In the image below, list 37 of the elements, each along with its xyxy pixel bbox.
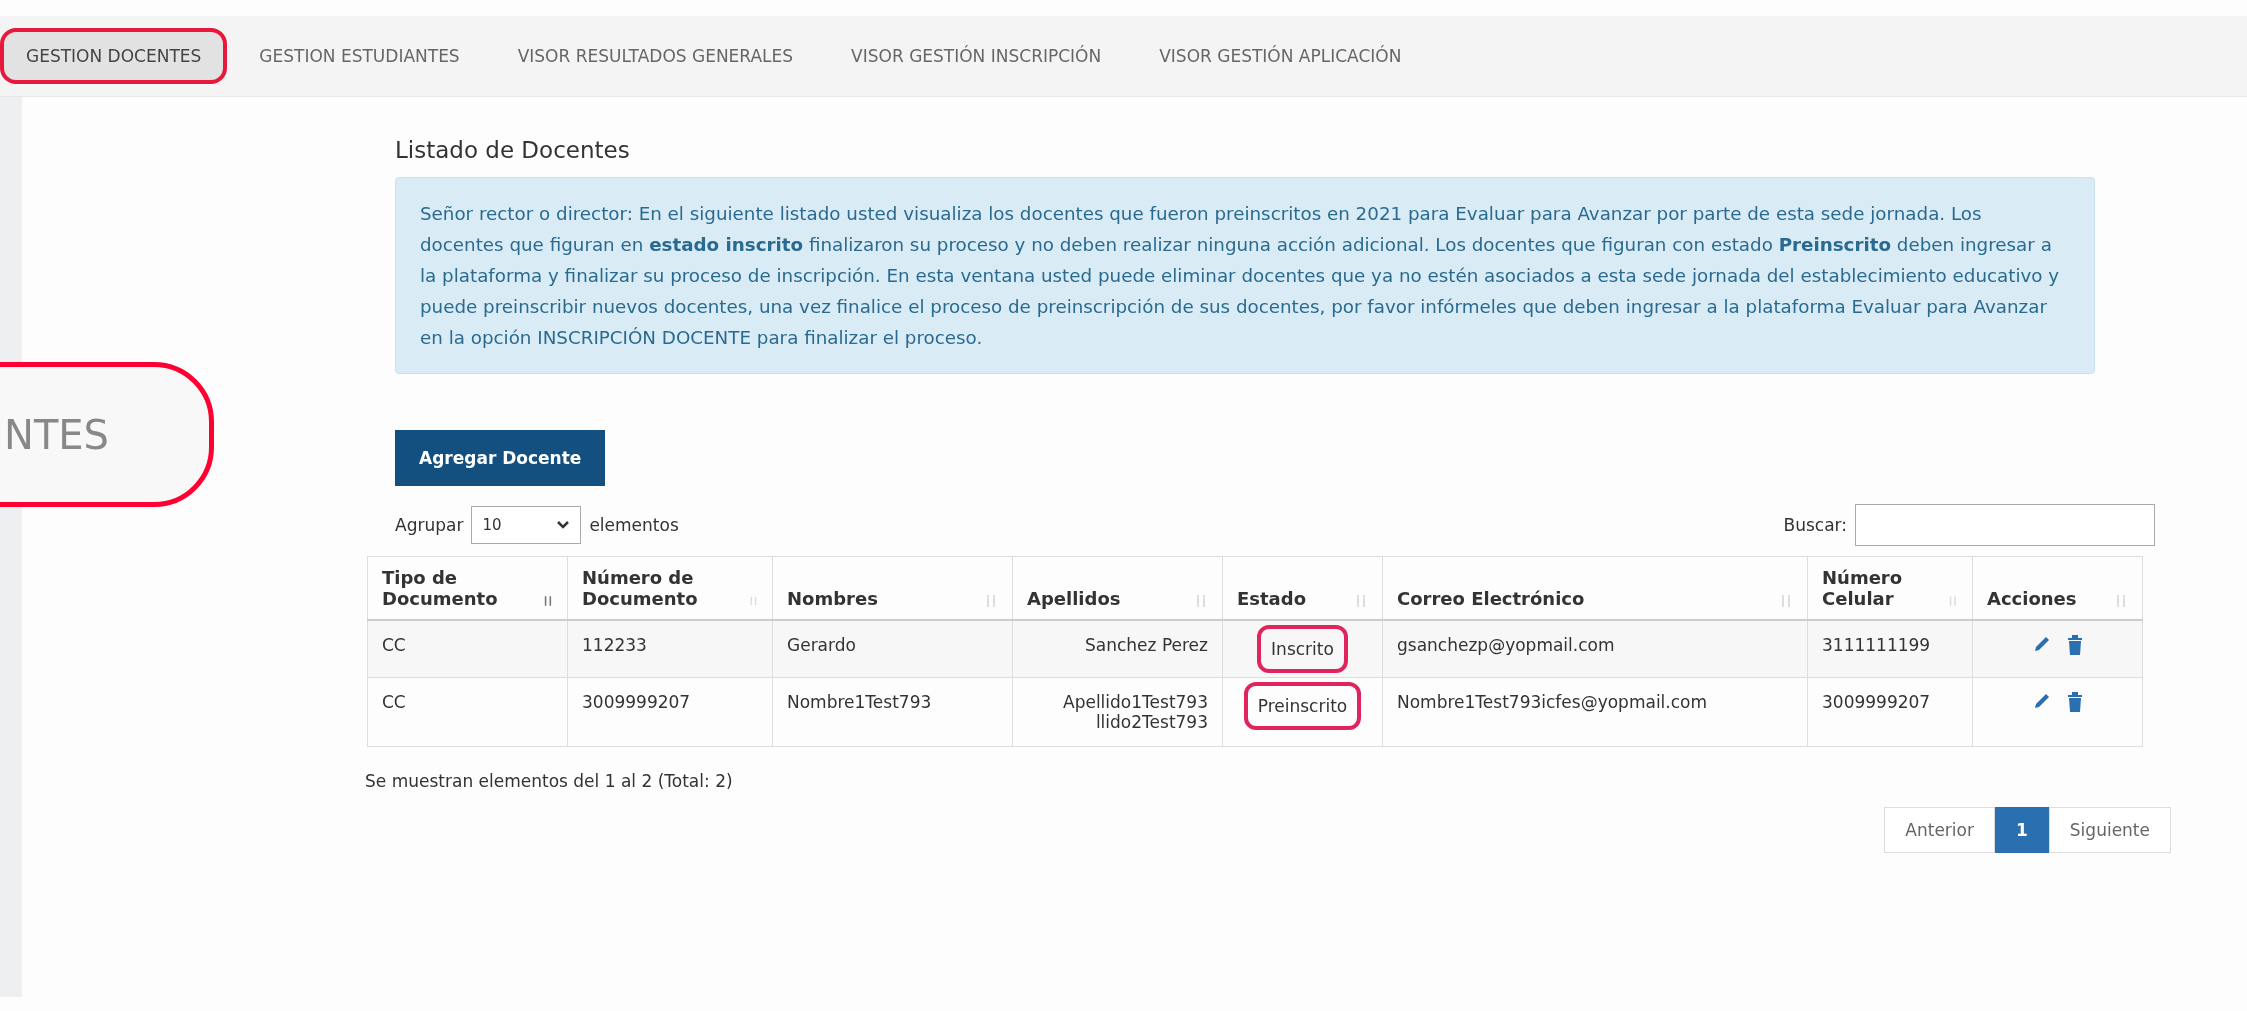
page-size-suffix: elementos (589, 515, 679, 535)
table-cell: gsanchezp@yopmail.com (1397, 635, 1615, 655)
pagination-button[interactable]: Siguiente (2048, 807, 2171, 853)
table-cell: Apellido1Test793 (1063, 692, 1208, 712)
page-size-select[interactable]: 10 (471, 506, 582, 544)
pagination-button[interactable]: Anterior (1884, 807, 1995, 853)
nav-tab[interactable]: GESTION ESTUDIANTES (233, 28, 486, 84)
table-cell: 3009999207 (582, 692, 691, 712)
trash-icon[interactable] (2066, 635, 2083, 655)
table-cell: 3009999207 (1807, 677, 1973, 747)
status-text: Inscrito (1257, 625, 1348, 673)
chevron-down-icon (556, 520, 571, 530)
table-cell: CC (367, 677, 568, 747)
table-cell: llido2Test793 (1095, 712, 1208, 732)
table-cell: 3111111199 (1807, 620, 1973, 678)
search-field[interactable] (1855, 504, 2155, 546)
table-cell: Nombre1Test793 (787, 692, 932, 712)
page-size-label: Agrupar (395, 515, 464, 535)
trash-icon[interactable] (2066, 692, 2083, 712)
info-notice: Señor rector o director: En el siguiente listado usted visualiza los docentes que fueron preinscritos en 2021 para Evaluar para Avanzar por parte de esta sede jornada. Los docentes que figuran en estado inscrito finalizaron su proceso y no deben realizar ninguna acción adicional. Los docentes que figuran con estado Preinscrito deben ingresar a la plataforma y finalizar su proceso de inscripción. En esta ventana usted puede eliminar docentes que ya no estén asociados a esta sede jornada del establecimiento educativo y puede preinscribir nuevos docentes, una vez finalice el proceso de preinscripción de sus docentes, por favor infórmeles que deben ingresar a la plataforma Evaluar para Avanzar en la opción INSCRIPCIÓN DOCENTE para finalizar el proceso. (395, 177, 2095, 374)
table-cell: CC (367, 620, 568, 678)
table-cell: Nombre1Test793icfes@yopmail.com (1397, 692, 1708, 712)
nav-tab[interactable]: VISOR GESTIÓN INSCRIPCIÓN (825, 28, 1128, 84)
nav-tab[interactable]: VISOR GESTIÓN APLICACIÓN (1133, 28, 1428, 84)
nav-tab[interactable]: GESTION DOCENTES (0, 28, 228, 84)
nav-tab[interactable]: VISOR RESULTADOS GENERALES (491, 28, 820, 84)
table-cell: 112233 (582, 635, 647, 655)
page-title: Listado de Docentes (395, 137, 631, 163)
table-summary: Se muestran elementos del 1 al 2 (Total: 2) (365, 771, 733, 791)
pagination-button[interactable]: 1 (1995, 807, 2049, 853)
search-label: Buscar: (1783, 515, 1847, 535)
add-teacher-button[interactable]: Agregar Docente (395, 430, 606, 486)
table-cell: Sanchez Perez (1085, 635, 1208, 655)
table-cell: Gerardo (787, 635, 856, 655)
pencil-icon[interactable] (2032, 692, 2051, 710)
status-text: Preinscrito (1243, 682, 1362, 730)
pencil-icon[interactable] (2032, 635, 2051, 653)
